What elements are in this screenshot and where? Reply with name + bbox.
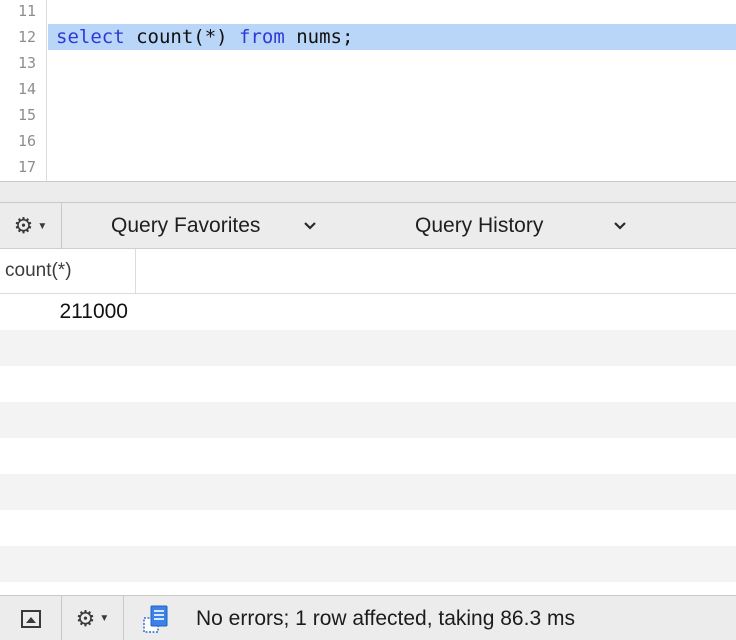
empty-row: [0, 366, 736, 402]
empty-row: [0, 402, 736, 438]
code-text[interactable]: select count(*) from nums;: [48, 24, 736, 50]
line-number: 15: [17, 106, 36, 124]
line-number: 17: [17, 158, 36, 176]
query-history-button[interactable]: Query History: [415, 203, 543, 249]
table-row[interactable]: 211000: [0, 294, 736, 330]
gear-icon: ⚙: [75, 605, 96, 631]
line-number: 14: [17, 80, 36, 98]
sql-text: count(*): [124, 26, 240, 48]
caret-down-icon: ▼: [99, 613, 110, 624]
chevron-down-icon[interactable]: [613, 220, 627, 232]
query-favorites-button[interactable]: Query Favorites: [111, 203, 260, 249]
toggle-panel-icon: [20, 609, 41, 628]
toggle-panel-button[interactable]: [0, 596, 62, 640]
status-gear-button[interactable]: ⚙ ▼: [62, 596, 124, 640]
sql-keyword: select: [56, 26, 125, 48]
sql-text: nums;: [284, 26, 354, 48]
editor-line[interactable]: 16: [0, 128, 736, 154]
empty-row: [0, 474, 736, 510]
line-number: 12: [17, 28, 36, 46]
sql-editor[interactable]: 11 12 select count(*) from nums; 13 14 15 16 17: [0, 0, 736, 181]
results-header: count(*): [0, 249, 736, 294]
empty-row: [0, 582, 736, 595]
query-info-icon: [143, 605, 168, 633]
empty-row: [0, 510, 736, 546]
empty-row: [0, 330, 736, 366]
gear-icon: ⚙: [13, 213, 34, 238]
code-text[interactable]: [48, 50, 736, 76]
status-message: No errors; 1 row affected, taking 86.3 m…: [196, 607, 575, 630]
code-text[interactable]: [48, 0, 736, 24]
query-favorites-label: Query Favorites: [111, 214, 261, 237]
pane-splitter[interactable]: [0, 181, 736, 203]
line-number: 16: [17, 132, 36, 150]
code-text[interactable]: [48, 102, 736, 128]
empty-row: [0, 438, 736, 474]
sql-keyword: from: [239, 26, 285, 48]
editor-line[interactable]: 11: [0, 0, 736, 24]
column-header[interactable]: count(*): [0, 249, 136, 294]
line-number: 13: [17, 54, 36, 72]
editor-line[interactable]: 15: [0, 102, 736, 128]
results-grid[interactable]: count(*) 211000: [0, 249, 736, 595]
empty-row: [0, 546, 736, 582]
query-actions-button[interactable]: ⚙ ▼: [0, 203, 62, 249]
editor-line[interactable]: 12 select count(*) from nums;: [0, 24, 736, 50]
code-text[interactable]: [48, 154, 736, 180]
code-text[interactable]: [48, 128, 736, 154]
query-toolbar: ⚙ ▼ Query Favorites Query History: [0, 203, 736, 249]
code-text[interactable]: [48, 76, 736, 102]
editor-line[interactable]: 14: [0, 76, 736, 102]
line-number: 11: [17, 2, 36, 20]
caret-down-icon: ▼: [37, 220, 48, 232]
chevron-down-icon[interactable]: [303, 220, 317, 232]
editor-line[interactable]: 17: [0, 154, 736, 180]
status-bar: ⚙ ▼ No errors; 1 row affected, taking 86…: [0, 595, 736, 640]
query-history-label: Query History: [415, 214, 544, 237]
table-cell[interactable]: 211000: [0, 294, 128, 330]
query-info-button[interactable]: [124, 596, 186, 640]
editor-line[interactable]: 13: [0, 50, 736, 76]
